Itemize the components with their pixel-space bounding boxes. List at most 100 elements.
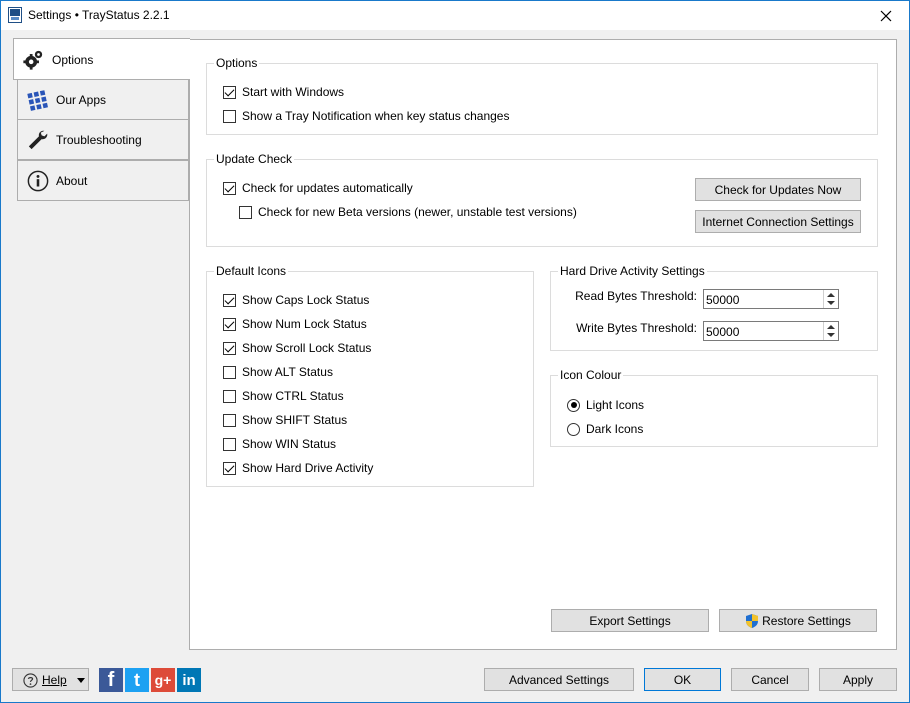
uac-shield-icon [746, 613, 759, 628]
info-icon [27, 170, 49, 192]
checkbox-label: Show a Tray Notification when key status… [242, 109, 510, 123]
export-settings-button[interactable]: Export Settings [551, 609, 709, 632]
caps-lock-checkbox[interactable]: Show Caps Lock Status [223, 293, 369, 307]
options-group: Options Start with Windows Show a Tray N… [206, 56, 878, 135]
twitter-glyph: t [134, 669, 140, 690]
checkbox-label: Show Hard Drive Activity [242, 461, 374, 475]
sidebar-item-troubleshooting[interactable]: Troubleshooting [17, 119, 189, 160]
sidebar-item-label: Options [52, 53, 94, 67]
twitter-icon[interactable]: t [125, 668, 149, 692]
read-threshold-value[interactable]: 50000 [706, 293, 739, 307]
checkbox-box[interactable] [223, 341, 236, 355]
write-threshold-value[interactable]: 50000 [706, 325, 739, 339]
sidebar-item-label: Our Apps [56, 93, 107, 107]
app-icon [8, 7, 22, 23]
num-lock-checkbox[interactable]: Show Num Lock Status [223, 317, 367, 331]
settings-window: Settings • TrayStatus 2.2.1 Options Our … [0, 0, 910, 703]
checkbox-box[interactable] [223, 413, 236, 427]
group-title: Icon Colour [558, 368, 624, 382]
checkbox-box[interactable] [223, 85, 236, 99]
restore-settings-label: Restore Settings [762, 613, 851, 628]
spin-down-icon[interactable] [827, 333, 835, 337]
checkbox-label: Show Caps Lock Status [242, 293, 370, 307]
hard-drive-settings-group: Hard Drive Activity Settings Read Bytes … [550, 264, 878, 351]
checkbox-label: Show WIN Status [242, 437, 337, 451]
radio-button[interactable] [567, 398, 580, 412]
check-beta-checkbox[interactable]: Check for new Beta versions (newer, unst… [239, 205, 577, 219]
spin-arrows[interactable] [823, 322, 838, 340]
checkbox-label: Show Scroll Lock Status [242, 341, 372, 355]
checkbox-box[interactable] [223, 437, 236, 451]
alt-status-checkbox[interactable]: Show ALT Status [223, 365, 333, 379]
checkbox-box[interactable] [223, 181, 236, 195]
sidebar-item-about[interactable]: About [17, 160, 189, 201]
google-plus-icon[interactable]: g+ [151, 668, 175, 692]
help-split-button[interactable]: Help [12, 668, 89, 691]
chevron-down-icon[interactable] [77, 678, 85, 683]
sidebar-item-options[interactable]: Options [13, 38, 190, 80]
dark-icons-radio[interactable]: Dark Icons [567, 422, 643, 436]
apps-grid-icon [27, 90, 48, 111]
cancel-button[interactable]: Cancel [731, 668, 809, 691]
check-updates-auto-checkbox[interactable]: Check for updates automatically [223, 181, 413, 195]
linkedin-icon[interactable]: in [177, 668, 201, 692]
checkbox-box[interactable] [223, 317, 236, 331]
restore-settings-button[interactable]: Restore Settings [719, 609, 877, 632]
spin-up-icon[interactable] [827, 293, 835, 297]
write-threshold-label: Write Bytes Threshold: [576, 321, 697, 335]
sidebar-item-our-apps[interactable]: Our Apps [17, 79, 189, 120]
spin-down-icon[interactable] [827, 301, 835, 305]
checkbox-box[interactable] [223, 461, 236, 475]
shift-status-checkbox[interactable]: Show SHIFT Status [223, 413, 347, 427]
checkbox-box[interactable] [223, 389, 236, 403]
wrench-icon [28, 130, 48, 150]
spin-arrows[interactable] [823, 290, 838, 308]
update-check-group: Update Check Check for updates automatic… [206, 152, 878, 247]
advanced-settings-button[interactable]: Advanced Settings [484, 668, 634, 691]
ctrl-status-checkbox[interactable]: Show CTRL Status [223, 389, 344, 403]
checkbox-label: Show Num Lock Status [242, 317, 367, 331]
spin-up-icon[interactable] [827, 325, 835, 329]
radio-label: Dark Icons [586, 422, 644, 436]
title-bar[interactable]: Settings • TrayStatus 2.2.1 [1, 1, 909, 30]
google-plus-glyph: g+ [154, 672, 172, 688]
group-title: Update Check [214, 152, 295, 166]
win-status-checkbox[interactable]: Show WIN Status [223, 437, 336, 451]
start-with-windows-checkbox[interactable]: Start with Windows [223, 85, 344, 99]
group-title: Default Icons [214, 264, 289, 278]
checkbox-box[interactable] [223, 109, 236, 123]
tray-notification-checkbox[interactable]: Show a Tray Notification when key status… [223, 109, 509, 123]
apply-button[interactable]: Apply [819, 668, 897, 691]
default-icons-group: Default Icons Show Caps Lock Status Show… [206, 264, 534, 487]
check-updates-now-button[interactable]: Check for Updates Now [695, 178, 861, 201]
internet-connection-settings-button[interactable]: Internet Connection Settings [695, 210, 861, 233]
ok-button[interactable]: OK [644, 668, 721, 691]
group-title: Hard Drive Activity Settings [558, 264, 707, 278]
sidebar-item-label: About [56, 174, 88, 188]
read-threshold-stepper[interactable]: 50000 [703, 289, 839, 309]
facebook-icon[interactable]: f [99, 668, 123, 692]
hard-drive-activity-checkbox[interactable]: Show Hard Drive Activity [223, 461, 373, 475]
close-icon [880, 10, 892, 21]
help-label: Help [42, 673, 67, 687]
checkbox-label: Show ALT Status [242, 365, 333, 379]
icon-colour-group: Icon Colour Light Icons Dark Icons [550, 368, 878, 447]
checkbox-box[interactable] [223, 293, 236, 307]
close-button[interactable] [863, 1, 909, 30]
gear-icon [23, 50, 43, 70]
radio-button[interactable] [567, 422, 580, 436]
checkbox-label: Check for updates automatically [242, 181, 413, 195]
write-threshold-stepper[interactable]: 50000 [703, 321, 839, 341]
checkbox-box[interactable] [223, 365, 236, 379]
checkbox-box[interactable] [239, 205, 252, 219]
checkbox-label: Check for new Beta versions (newer, unst… [258, 205, 577, 219]
read-threshold-label: Read Bytes Threshold: [575, 289, 697, 303]
light-icons-radio[interactable]: Light Icons [567, 398, 644, 412]
linkedin-glyph: in [182, 671, 196, 689]
radio-label: Light Icons [586, 398, 645, 412]
window-title: Settings • TrayStatus 2.2.1 [28, 8, 170, 22]
help-icon [23, 673, 38, 688]
scroll-lock-checkbox[interactable]: Show Scroll Lock Status [223, 341, 371, 355]
sidebar-item-label: Troubleshooting [56, 133, 142, 147]
checkbox-label: Show CTRL Status [242, 389, 344, 403]
